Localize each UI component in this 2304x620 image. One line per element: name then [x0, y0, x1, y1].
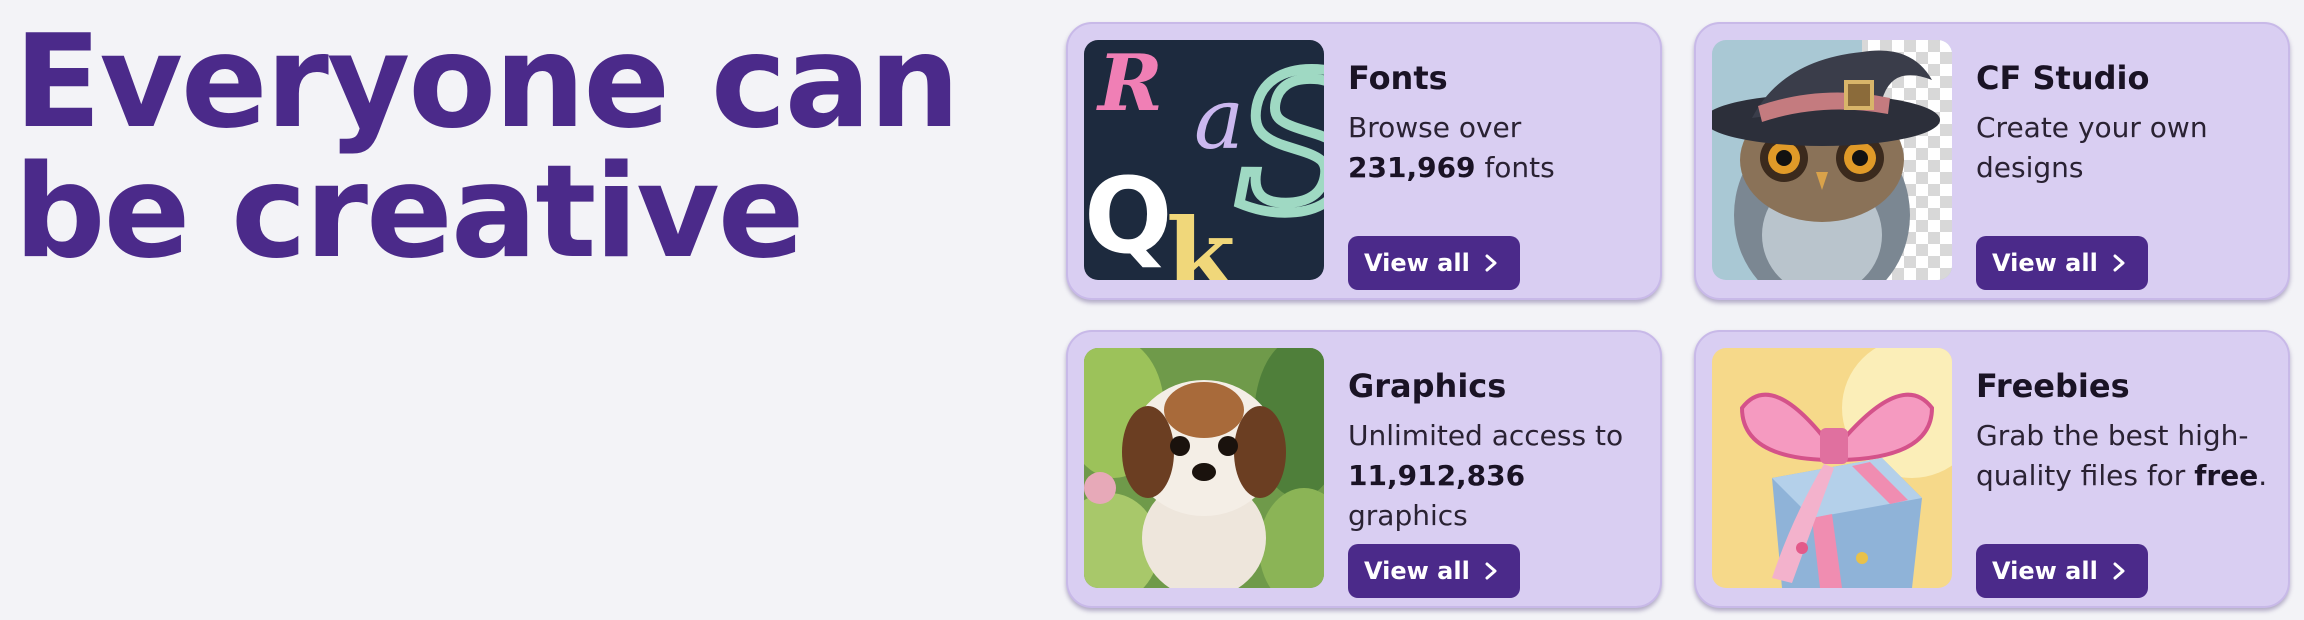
chevron-right-icon: [1485, 254, 1497, 272]
desc-line: Unlimited access to: [1348, 419, 1624, 452]
card-description: Unlimited access to 11,912,836 graphics: [1348, 416, 1648, 536]
desc-end: .: [2258, 459, 2268, 492]
chevron-right-icon: [2113, 562, 2125, 580]
card-title[interactable]: Fonts: [1348, 58, 1648, 98]
hero-line-1: Everyone can: [14, 8, 960, 157]
card-description: Grab the best high-quality files for fre…: [1976, 416, 2276, 496]
hero-line-2: be creative: [14, 138, 805, 287]
fonts-card-body: Fonts Browse over 231,969 fonts View all: [1348, 58, 1648, 290]
card-description: Browse over 231,969 fonts: [1348, 108, 1648, 188]
gift-box-image: [1712, 348, 1952, 588]
freebies-thumbnail[interactable]: [1712, 348, 1952, 588]
card-freebies[interactable]: Freebies Grab the best high-quality file…: [1694, 330, 2290, 608]
hero-heading: Everyone can be creative: [14, 18, 1014, 278]
card-cf-studio[interactable]: CF Studio Create your own designs View a…: [1694, 22, 2290, 300]
card-description: Create your own designs: [1976, 111, 2208, 184]
chevron-right-icon: [2113, 254, 2125, 272]
freebies-card-body: Freebies Grab the best high-quality file…: [1976, 366, 2276, 598]
graphics-card-body: Graphics Unlimited access to 11,912,836 …: [1348, 366, 1648, 598]
page: Everyone can be creative R a S Q k Fonts…: [0, 0, 2304, 620]
cf-studio-thumbnail[interactable]: [1712, 40, 1952, 280]
button-label: View all: [1364, 557, 1470, 585]
button-label: View all: [1364, 249, 1470, 277]
letter-r: R: [1096, 40, 1163, 129]
graphics-count: 11,912,836: [1348, 459, 1526, 492]
view-all-button[interactable]: View all: [1976, 544, 2148, 598]
card-title[interactable]: Freebies: [1976, 366, 2276, 406]
owl-witch-image: [1712, 40, 1952, 280]
card-fonts[interactable]: R a S Q k Fonts Browse over 231,969 font…: [1066, 22, 1662, 300]
view-all-button[interactable]: View all: [1976, 236, 2148, 290]
desc-emphasis: free: [2194, 459, 2259, 492]
card-title[interactable]: Graphics: [1348, 366, 1648, 406]
button-label: View all: [1992, 249, 2098, 277]
desc-suffix: graphics: [1348, 499, 1468, 532]
desc-suffix: fonts: [1484, 151, 1555, 184]
letter-k: k: [1166, 196, 1237, 280]
desc-line: Browse over: [1348, 111, 1522, 144]
fonts-letters-image: R a S Q k: [1084, 40, 1324, 280]
puppy-image: [1084, 348, 1324, 588]
letter-s: S: [1234, 40, 1324, 255]
view-all-button[interactable]: View all: [1348, 236, 1520, 290]
letter-q: Q: [1084, 155, 1172, 277]
card-title[interactable]: CF Studio: [1976, 58, 2276, 98]
font-count: 231,969: [1348, 151, 1476, 184]
view-all-button[interactable]: View all: [1348, 544, 1520, 598]
chevron-right-icon: [1485, 562, 1497, 580]
card-graphics[interactable]: Graphics Unlimited access to 11,912,836 …: [1066, 330, 1662, 608]
button-label: View all: [1992, 557, 2098, 585]
cf-studio-card-body: CF Studio Create your own designs View a…: [1976, 58, 2276, 290]
graphics-thumbnail[interactable]: [1084, 348, 1324, 588]
fonts-thumbnail[interactable]: R a S Q k: [1084, 40, 1324, 280]
